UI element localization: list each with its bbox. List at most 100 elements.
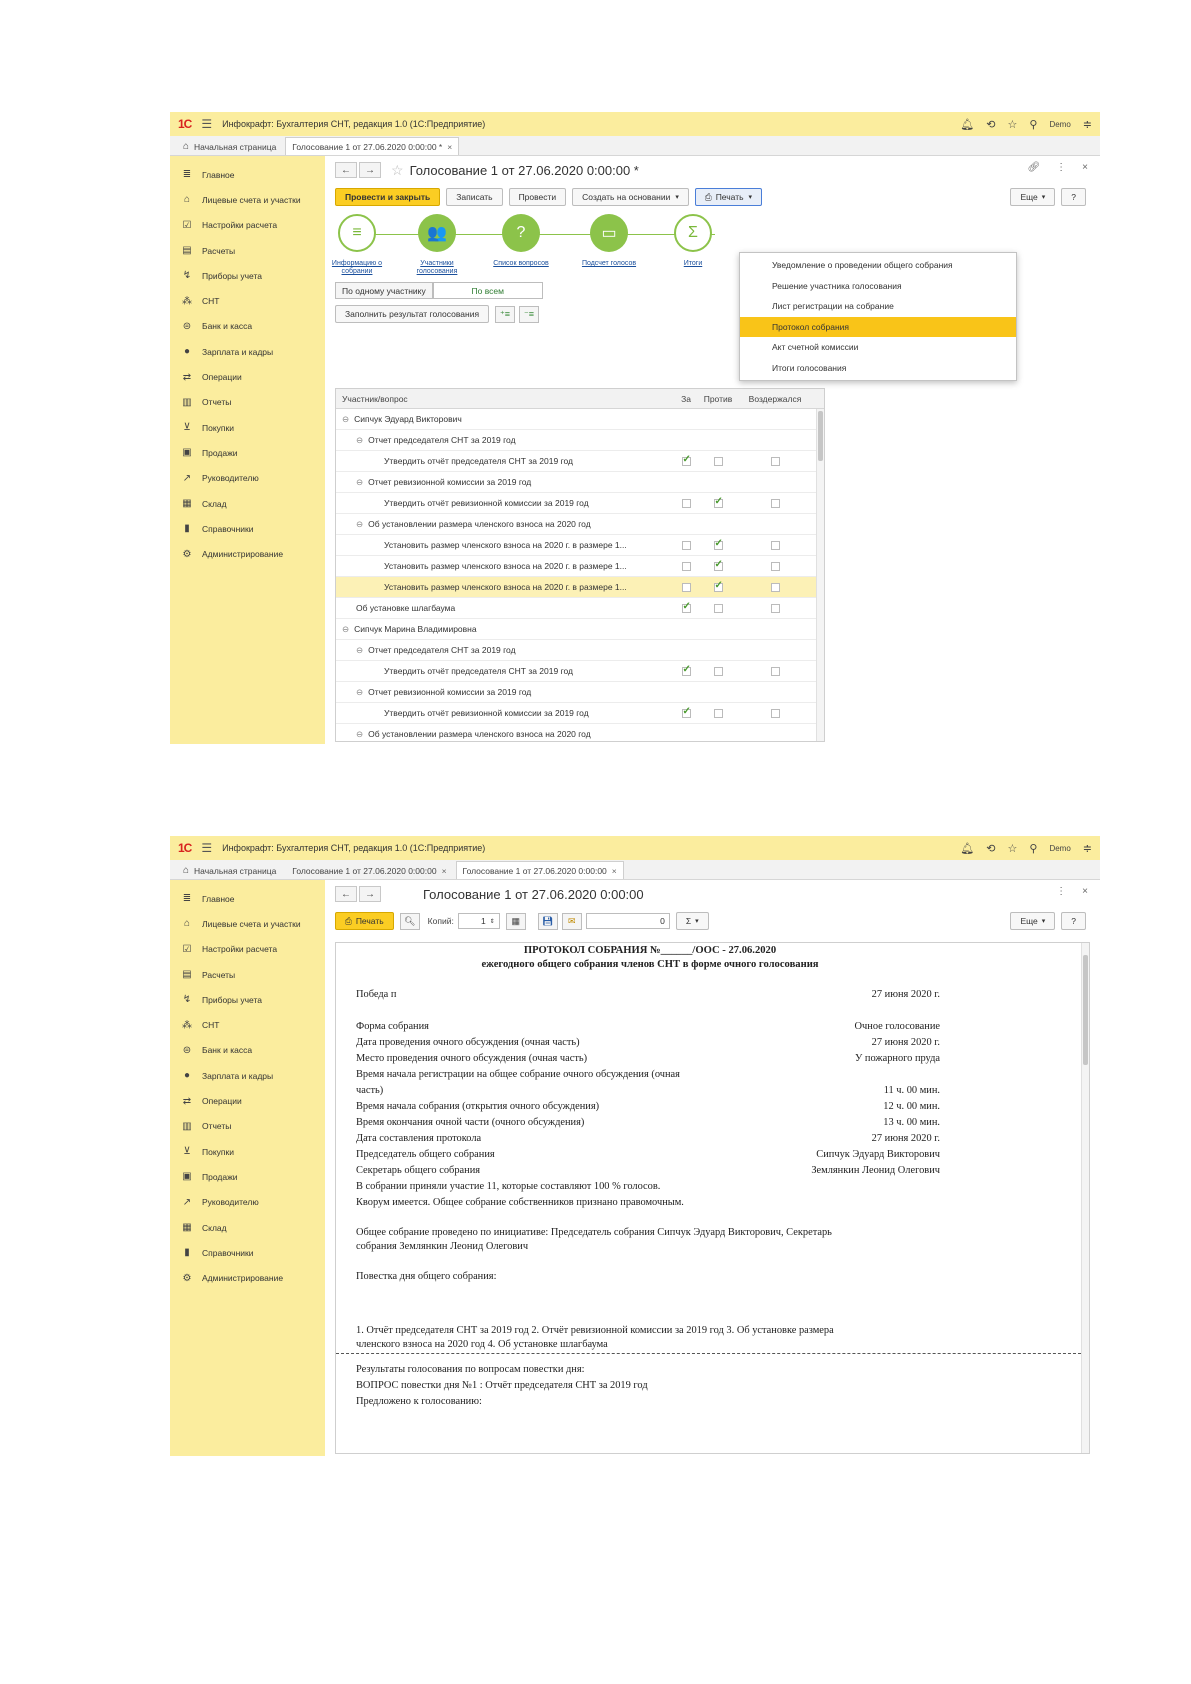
- step-participants[interactable]: 👥 Участники голосования: [407, 214, 467, 276]
- sidebar-item[interactable]: ↗ Руководителю: [170, 1190, 325, 1215]
- vote-against-checkbox[interactable]: [713, 604, 723, 614]
- tab-voting[interactable]: Голосование 1 от 27.06.2020 0:00:00 ×: [285, 861, 453, 879]
- preview-icon[interactable]: 🔍︎: [399, 912, 420, 930]
- close-icon[interactable]: ×: [1082, 886, 1088, 897]
- table-row[interactable]: ⊖ Отчет ревизионной комиссии за 2019 год: [336, 472, 824, 493]
- more-menu-icon[interactable]: ⋮: [1056, 886, 1066, 897]
- print-menu-item[interactable]: Протокол собрания: [740, 316, 1016, 337]
- sidebar-item[interactable]: ⁂ СНТ: [170, 1012, 325, 1037]
- vote-for-checkbox[interactable]: [681, 454, 691, 467]
- main-menu-icon[interactable]: ☰: [201, 117, 212, 131]
- sum-field[interactable]: 0: [585, 913, 670, 929]
- vote-abstained-checkbox[interactable]: [770, 499, 780, 509]
- vote-abstained-checkbox[interactable]: [770, 604, 780, 614]
- sidebar-item[interactable]: ⊜ Банк и касса: [170, 314, 325, 339]
- vote-for-checkbox[interactable]: [681, 664, 691, 677]
- help-button[interactable]: ?: [1061, 188, 1086, 206]
- table-row[interactable]: Утвердить отчёт ревизионной комиссии за …: [336, 703, 824, 724]
- vote-abstained-checkbox[interactable]: [770, 541, 780, 551]
- sidebar-item[interactable]: ⇄ Операции: [170, 1088, 325, 1113]
- vote-abstained-checkbox[interactable]: [770, 457, 780, 467]
- vertical-scrollbar[interactable]: [816, 409, 824, 741]
- vote-abstained-checkbox[interactable]: [770, 562, 780, 572]
- vote-against-checkbox[interactable]: [713, 667, 723, 677]
- vote-against-checkbox[interactable]: [713, 559, 723, 572]
- column-abstained[interactable]: Воздержался: [738, 394, 812, 404]
- step-questions[interactable]: ? Список вопросов: [491, 214, 551, 268]
- post-and-close-button[interactable]: Провести и закрыть: [335, 188, 441, 206]
- vote-for-checkbox[interactable]: [681, 706, 691, 719]
- sidebar-item[interactable]: ⚙ Администрирование: [170, 1265, 325, 1290]
- collapse-all-icon[interactable]: ⁻≡: [519, 305, 540, 323]
- search-icon[interactable]: ⚲: [1029, 118, 1037, 131]
- step-label[interactable]: Информацию о собрании: [327, 260, 387, 276]
- sidebar-item[interactable]: ▦ Склад: [170, 1215, 325, 1240]
- star-icon[interactable]: ☆: [1008, 118, 1018, 131]
- sidebar-item[interactable]: ▦ Склад: [170, 491, 325, 516]
- sidebar-item[interactable]: ☑ Настройки расчета: [170, 213, 325, 238]
- more-button[interactable]: Еще ▾: [1010, 188, 1056, 206]
- tab-home[interactable]: ⌂ Начальная страница: [176, 137, 283, 155]
- table-row[interactable]: Об установке шлагбаума: [336, 598, 824, 619]
- tab-voting-print[interactable]: Голосование 1 от 27.06.2020 0:00:00 ×: [455, 861, 624, 879]
- step-label[interactable]: Список вопросов: [491, 260, 551, 268]
- close-icon[interactable]: ×: [442, 866, 447, 876]
- forward-button[interactable]: →: [359, 886, 381, 902]
- sidebar-item[interactable]: ⊻ Покупки: [170, 415, 325, 440]
- step-label[interactable]: Участники голосования: [407, 260, 467, 276]
- table-row[interactable]: Установить размер членского взноса на 20…: [336, 577, 824, 598]
- sidebar-item[interactable]: ⁂ СНТ: [170, 288, 325, 313]
- vote-for-checkbox[interactable]: [681, 499, 691, 509]
- link-icon[interactable]: 🔗︎: [1027, 162, 1040, 173]
- table-row[interactable]: ⊖ Об установлении размера членского взнос…: [336, 724, 824, 741]
- collapse-icon[interactable]: ⊖: [356, 435, 363, 445]
- settings-menu-icon[interactable]: ≑: [1083, 842, 1092, 855]
- print-menu-item[interactable]: Итоги голосования: [740, 358, 1016, 379]
- vote-against-checkbox[interactable]: [713, 709, 723, 719]
- help-button[interactable]: ?: [1061, 912, 1086, 930]
- close-icon[interactable]: ×: [612, 866, 617, 876]
- copies-stepper[interactable]: 1 ⇕: [457, 913, 500, 929]
- user-name[interactable]: Demo: [1049, 844, 1070, 853]
- back-button[interactable]: ←: [335, 886, 357, 902]
- sidebar-item[interactable]: ⌂ Лицевые счета и участки: [170, 187, 325, 212]
- collapse-icon[interactable]: ⊖: [356, 645, 363, 655]
- vote-against-checkbox[interactable]: [713, 580, 723, 593]
- table-row[interactable]: ⊖ Отчет председателя СНТ за 2019 год: [336, 640, 824, 661]
- sidebar-item[interactable]: ▤ Расчеты: [170, 962, 325, 987]
- create-based-on-button[interactable]: Создать на основании ▾: [572, 188, 689, 206]
- collapse-icon[interactable]: ⊖: [356, 519, 363, 529]
- sidebar-item[interactable]: ▣ Продажи: [170, 1164, 325, 1189]
- table-row[interactable]: ⊖ Отчет ревизионной комиссии за 2019 год: [336, 682, 824, 703]
- vote-for-checkbox[interactable]: [681, 583, 691, 593]
- history-icon[interactable]: ⟲: [986, 118, 995, 131]
- print-menu-item[interactable]: Лист регистрации на собрание: [740, 296, 1016, 317]
- sidebar-item[interactable]: ▮ Справочники: [170, 516, 325, 541]
- search-icon[interactable]: ⚲: [1029, 842, 1037, 855]
- vote-abstained-checkbox[interactable]: [770, 583, 780, 593]
- collapse-icon[interactable]: ⊖: [356, 729, 363, 739]
- print-menu-item[interactable]: Акт счетной комиссии: [740, 337, 1016, 358]
- sidebar-item[interactable]: ≣ Главное: [170, 886, 325, 911]
- table-row[interactable]: ⊖ Сипчук Эдуард Викторович: [336, 409, 824, 430]
- vote-against-checkbox[interactable]: [713, 496, 723, 509]
- email-icon[interactable]: ✉: [561, 912, 582, 930]
- step-label[interactable]: Подсчет голосов: [579, 260, 639, 268]
- mode-all[interactable]: По всем: [432, 282, 543, 299]
- bell-icon[interactable]: 🔔︎: [960, 118, 974, 131]
- vote-against-checkbox[interactable]: [713, 538, 723, 551]
- settings-menu-icon[interactable]: ≑: [1083, 118, 1092, 131]
- sidebar-item[interactable]: ▥ Отчеты: [170, 390, 325, 415]
- sidebar-item[interactable]: ▥ Отчеты: [170, 1114, 325, 1139]
- sidebar-item[interactable]: ↗ Руководителю: [170, 466, 325, 491]
- more-button[interactable]: Еще ▾: [1010, 912, 1056, 930]
- sidebar-item[interactable]: ⊜ Банк и касса: [170, 1038, 325, 1063]
- scrollbar-thumb[interactable]: [1083, 955, 1088, 1065]
- save-icon[interactable]: 💾︎: [537, 912, 558, 930]
- history-icon[interactable]: ⟲: [986, 842, 995, 855]
- print-menu-item[interactable]: Уведомление о проведении общего собрания: [740, 255, 1016, 276]
- table-row[interactable]: ⊖ Сипчук Марина Владимировна: [336, 619, 824, 640]
- sidebar-item[interactable]: ⇄ Операции: [170, 364, 325, 389]
- sidebar-item[interactable]: ▣ Продажи: [170, 440, 325, 465]
- step-results[interactable]: Σ Итоги: [663, 214, 723, 268]
